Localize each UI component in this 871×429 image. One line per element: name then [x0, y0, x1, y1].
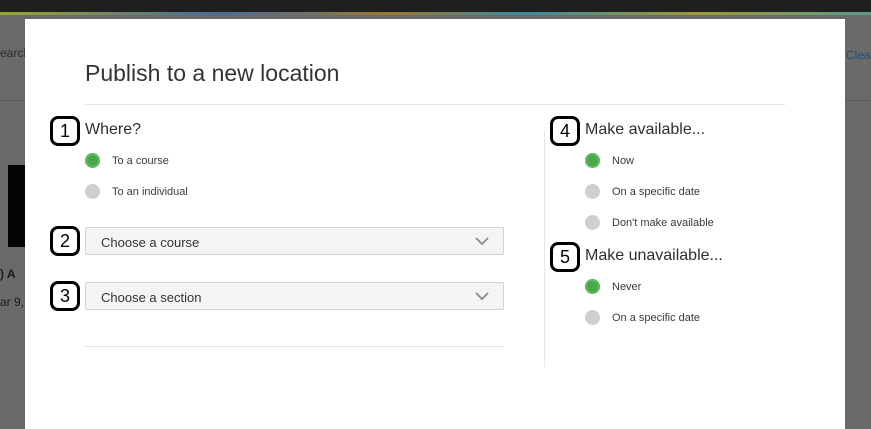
where-label: Where?: [85, 121, 142, 138]
annotation-badge-3: 3: [50, 281, 80, 311]
annotation-badge-5: 5: [550, 242, 580, 272]
radio-unselected-indicator: [585, 310, 600, 325]
section-select[interactable]: Choose a section: [85, 282, 504, 310]
radio-label: On a specific date: [612, 311, 701, 324]
publish-dialog: Publish to a new location Where? To a co…: [25, 19, 845, 429]
radio-unavailable-never[interactable]: Never: [585, 279, 641, 294]
radio-label: To an individual: [112, 185, 188, 198]
background-clear-link: Clea: [846, 48, 871, 62]
radio-label: To a course: [112, 154, 169, 167]
make-available-label: Make available...: [585, 121, 706, 138]
radio-available-specific-date[interactable]: On a specific date: [585, 184, 700, 199]
form-divider: [85, 346, 504, 347]
radio-unselected-indicator: [85, 184, 100, 199]
radio-selected-indicator: [585, 153, 600, 168]
radio-label: Never: [612, 280, 642, 293]
course-select[interactable]: Choose a course: [85, 227, 504, 255]
radio-available-now[interactable]: Now: [585, 153, 634, 168]
column-separator: [544, 131, 545, 367]
radio-label: Don't make available: [612, 216, 714, 229]
radio-unselected-indicator: [585, 184, 600, 199]
annotation-badge-1: 1: [50, 116, 80, 146]
radio-label: Now: [612, 154, 635, 167]
dialog-title: Publish to a new location: [85, 60, 340, 86]
section-select-value: Choose a section: [101, 290, 202, 305]
radio-to-a-course[interactable]: To a course: [85, 153, 169, 168]
course-select-value: Choose a course: [101, 235, 200, 250]
radio-label: On a specific date: [612, 185, 701, 198]
title-divider: [85, 104, 785, 105]
annotation-badge-4: 4: [550, 116, 580, 146]
radio-selected-indicator: [585, 279, 600, 294]
make-unavailable-label: Make unavailable...: [585, 247, 723, 264]
radio-unavailable-specific-date[interactable]: On a specific date: [585, 310, 700, 325]
radio-dont-make-available[interactable]: Don't make available: [585, 215, 714, 230]
background-video-thumbnail: [8, 165, 26, 247]
radio-selected-indicator: [85, 153, 100, 168]
background-item-title: ) A: [0, 267, 16, 281]
chevron-down-icon: [475, 237, 489, 245]
radio-to-an-individual[interactable]: To an individual: [85, 184, 188, 199]
annotation-badge-2: 2: [50, 226, 80, 256]
chevron-down-icon: [475, 292, 489, 300]
radio-unselected-indicator: [585, 215, 600, 230]
background-item-date: ar 9,: [0, 295, 25, 309]
